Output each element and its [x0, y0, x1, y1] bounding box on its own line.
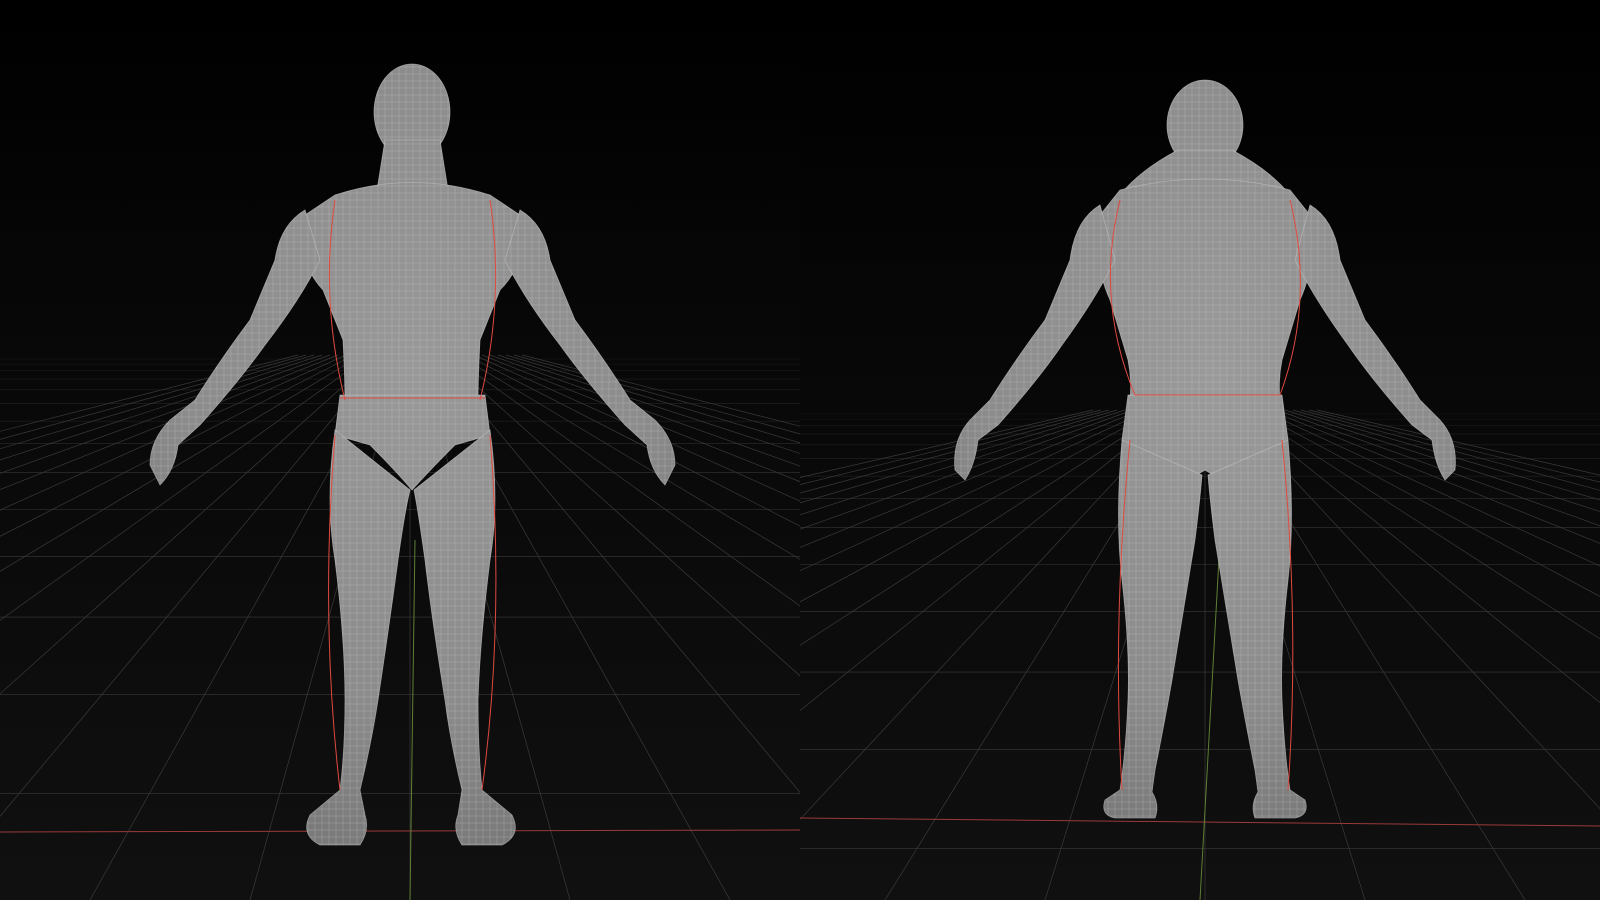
dual-viewport-screen [0, 0, 1600, 900]
viewport-front[interactable] [0, 0, 800, 900]
viewport-back[interactable] [800, 0, 1600, 900]
viewport-front-canvas[interactable] [0, 0, 800, 900]
viewport-back-canvas[interactable] [800, 0, 1600, 900]
